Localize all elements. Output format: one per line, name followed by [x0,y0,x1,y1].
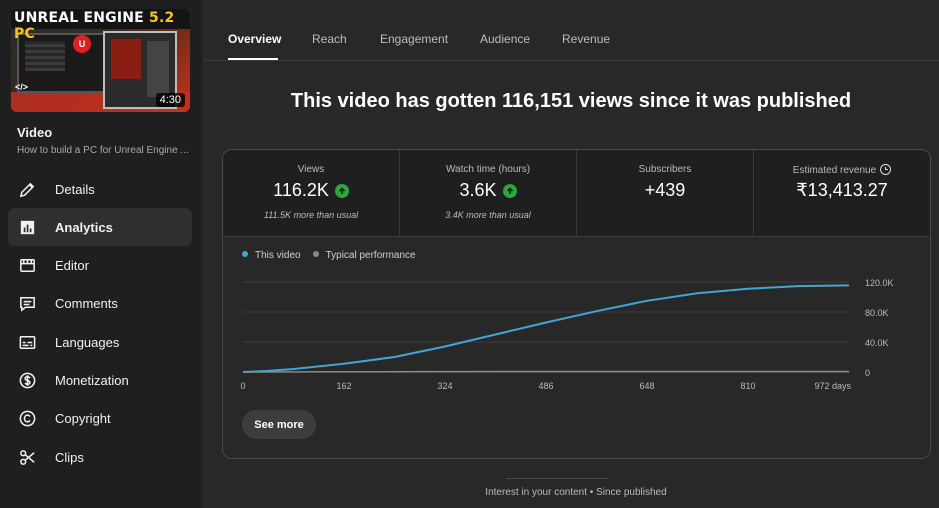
sidebar-item-label: Languages [55,334,120,350]
sidebar-item-clips[interactable]: Clips [8,438,192,476]
metric-value: 116.2K [223,180,399,201]
x-tick-label: 810 [740,381,755,391]
video-section-label: Video [17,125,53,140]
metric-views[interactable]: Views 116.2K 111.5K more than usual [223,150,400,237]
legend-label: Typical performance [325,250,416,261]
sidebar-item-comments[interactable]: Comments [8,285,192,323]
page-headline: This video has gotten 116,151 views sinc… [290,90,852,112]
sidebar-nav: Details Analytics Editor Comments Langua… [8,170,192,476]
video-duration: 4:30 [155,93,185,107]
metric-label-text: Estimated revenue [792,165,877,176]
footer-caption: Interest in your content • Since publish… [485,487,667,498]
metric-value: ₹13,413.27 [754,180,930,201]
y-tick-label: 120.0K [865,278,894,288]
legend-dot [242,251,248,257]
tab-revenue[interactable]: Revenue [562,32,610,46]
metric-value-text: 116.2K [273,180,329,200]
metric-label: Estimated revenue [754,164,930,176]
legend-this-video[interactable]: This video [242,250,301,261]
comments-icon [17,294,37,314]
x-tick-label: 162 [336,381,351,391]
subtitles-icon [17,332,37,352]
sidebar-item-label: Editor [55,258,89,274]
metric-watch-time[interactable]: Watch time (hours) 3.6K 3.4K more than u… [400,150,577,237]
legend-label: This video [255,250,301,261]
x-tick-label: 324 [437,381,452,391]
tab-engagement[interactable]: Engagement [380,32,448,46]
legend-dot [312,251,319,257]
analytics-tabs: Overview Reach Engagement Audience Reven… [203,0,939,61]
x-tick-label: 486 [538,381,553,391]
views-line-chart[interactable]: 0 40.0K 80.0K 120.0K 0 162 324 486 648 810 972 day… [223,268,930,398]
metric-note: 3.4K more than usual [445,210,531,220]
sidebar-item-monetization[interactable]: Monetization [8,361,192,399]
metric-value: +439 [577,180,753,201]
arrow-up-icon [334,183,349,198]
sidebar-item-label: Details [55,181,95,197]
y-tick-label: 0 [865,368,870,378]
scissors-icon [17,447,37,467]
sidebar-item-copyright[interactable]: Copyright [8,400,192,438]
metric-label: Watch time (hours) [445,164,531,175]
metric-value: 3.6K [400,180,576,201]
metric-value-text: +439 [644,180,686,200]
pencil-icon [17,179,37,199]
metric-note: 111.5K more than usual [263,210,359,220]
x-tick-label: 0 [240,381,245,391]
metric-value-text: ₹13,413.27 [796,180,888,200]
overview-card: Views 116.2K 111.5K more than usual Watc… [222,149,931,459]
thumbnail-title: UNREAL ENGINE 5.2 PC [14,10,175,42]
editor-icon [17,256,37,276]
tab-audience[interactable]: Audience [480,32,530,46]
arrow-up-icon [502,183,517,198]
legend-typical[interactable]: Typical performance [312,250,416,261]
sidebar-item-label: Clips [55,449,84,465]
metric-value-text: 3.6K [459,180,497,200]
metric-subscribers[interactable]: Subscribers +439 [577,150,754,237]
code-icon: </> [15,82,29,92]
sidebar-item-label: Monetization [55,372,129,388]
metrics-row: Views 116.2K 111.5K more than usual Watc… [223,150,930,237]
active-tab-indicator [228,58,278,60]
sidebar-item-editor[interactable]: Editor [8,247,192,285]
sidebar-item-analytics[interactable]: Analytics [8,208,192,247]
thumbnail-monitor-art [17,33,105,93]
metric-label: Subscribers [638,164,692,175]
video-title[interactable]: How to build a PC for Unreal Engine ... [17,145,192,156]
y-tick-label: 40.0K [865,338,889,348]
analytics-icon [17,217,37,237]
video-thumbnail[interactable]: U UNREAL ENGINE 5.2 PC </> 4:30 [11,9,190,112]
tab-overview[interactable]: Overview [228,32,281,46]
sidebar-item-label: Copyright [55,411,111,427]
series-line-typical [242,370,849,373]
x-tick-label: 648 [639,381,654,391]
series-line-this-video [242,284,850,373]
left-sidebar: U UNREAL ENGINE 5.2 PC </> 4:30 Video Ho… [0,0,202,508]
x-tick-label: 972 days [814,381,851,391]
sidebar-item-label: Analytics [55,219,113,235]
clock-icon[interactable] [880,164,892,175]
sidebar-item-languages[interactable]: Languages [8,323,192,361]
metric-label: Views [297,164,325,175]
sidebar-item-label: Comments [55,296,118,312]
metric-revenue[interactable]: Estimated revenue ₹13,413.27 [754,150,930,237]
sidebar-item-details[interactable]: Details [8,170,192,208]
y-tick-label: 80.0K [865,308,889,318]
footer-divider [506,478,609,479]
see-more-button[interactable]: See more [242,410,316,439]
chart-legend: This video Typical performance [242,250,416,261]
dollar-icon [17,370,37,390]
tab-reach[interactable]: Reach [312,32,347,46]
copyright-icon [17,409,37,429]
